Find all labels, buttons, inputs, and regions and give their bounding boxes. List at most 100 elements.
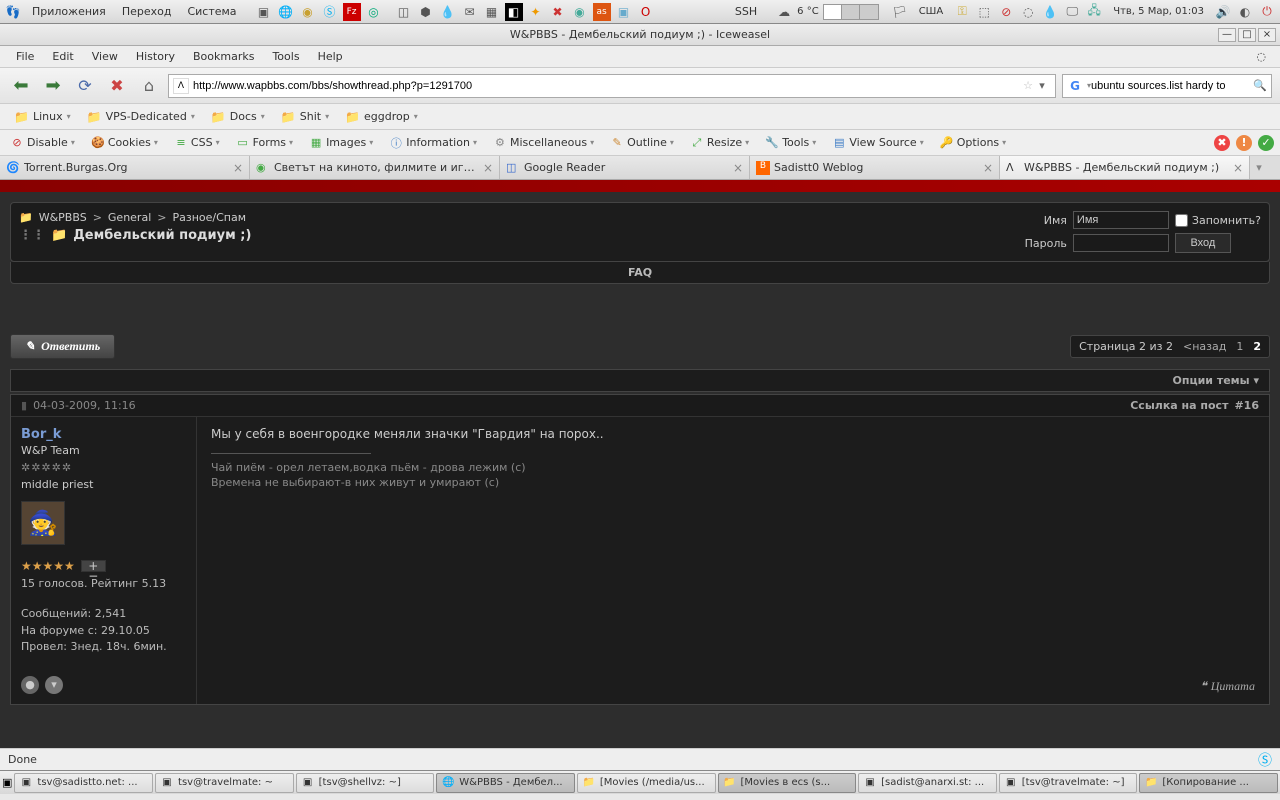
menu-help[interactable]: Help (310, 48, 351, 65)
menu-applications[interactable]: Приложения (26, 3, 112, 20)
dev-misc[interactable]: ⚙Miscellaneous▾ (489, 134, 598, 152)
menu-edit[interactable]: Edit (44, 48, 81, 65)
terminal-icon[interactable]: ▣ (255, 3, 273, 21)
quote-button[interactable]: ❝Цитата (1200, 679, 1255, 694)
name-input[interactable] (1073, 211, 1169, 229)
opera-icon[interactable]: O (637, 3, 655, 21)
drop-icon[interactable]: 💧 (439, 3, 457, 21)
app-icon-4[interactable]: ◧ (505, 3, 523, 21)
back-button[interactable]: ⬅ (8, 73, 34, 99)
permalink[interactable]: Ссылка на пост (1130, 399, 1228, 412)
app-icon-5[interactable]: ◉ (571, 3, 589, 21)
close-button[interactable]: × (1258, 28, 1276, 42)
calculator-icon[interactable]: ▦ (483, 3, 501, 21)
url-dropdown[interactable]: ▾ (1033, 79, 1051, 92)
flag-icon[interactable]: 🏳 (891, 3, 909, 21)
tab-sadistt0[interactable]: BSadistt0 Weblog× (750, 156, 1000, 179)
app-icon-3[interactable]: ⬢ (417, 3, 435, 21)
show-desktop-icon[interactable]: ▣ (2, 776, 12, 789)
close-icon[interactable]: × (483, 161, 493, 175)
password-input[interactable] (1073, 234, 1169, 252)
stop-button[interactable]: ✖ (104, 73, 130, 99)
no-entry-icon[interactable]: ⊘ (997, 3, 1015, 21)
app-icon-7[interactable]: ⬚ (975, 3, 993, 21)
post-number[interactable]: #16 (1234, 399, 1259, 412)
clock[interactable]: Чтв, 5 Мар, 01:03 (1107, 6, 1210, 17)
bc-root[interactable]: W&PBBS (39, 211, 87, 224)
username[interactable]: Bor_k (21, 427, 186, 442)
menu-bookmarks[interactable]: Bookmarks (185, 48, 262, 65)
task-button[interactable]: 🌐W&PBBS - Дембел... (436, 773, 575, 793)
menu-view[interactable]: View (84, 48, 126, 65)
app-icon-2[interactable]: ◫ (395, 3, 413, 21)
globe-icon[interactable]: 🌐 (277, 3, 295, 21)
display-icon[interactable]: 🖵 (1063, 3, 1081, 21)
ssh-label[interactable]: SSH (729, 3, 763, 20)
search-input[interactable] (1091, 80, 1253, 92)
dev-css[interactable]: ≡CSS▾ (170, 134, 224, 152)
dev-status-green[interactable]: ✓ (1258, 135, 1274, 151)
task-button[interactable]: ▣tsv@sadistto.net: ... (14, 773, 153, 793)
task-button[interactable]: ▣tsv@travelmate: ~ (155, 773, 294, 793)
network-icon[interactable]: 🖧 (1085, 3, 1103, 21)
url-bar[interactable]: Λ ☆ ▾ (168, 74, 1056, 98)
skype-icon[interactable]: Ⓢ (321, 3, 339, 21)
dev-options[interactable]: 🔑Options▾ (936, 134, 1010, 152)
thread-options[interactable]: Опции темы ▾ (10, 369, 1270, 392)
minimize-button[interactable]: — (1218, 28, 1236, 42)
task-button[interactable]: 📁[Movies в ecs (s... (718, 773, 857, 793)
message-icon[interactable]: ▾ (45, 676, 63, 694)
search-box[interactable]: G ▾ 🔍 (1062, 74, 1272, 98)
bookmark-docs[interactable]: 📁Docs▾ (205, 108, 271, 126)
google-icon[interactable]: G (1067, 78, 1083, 94)
bookmark-vps[interactable]: 📁VPS-Dedicated▾ (81, 108, 201, 126)
drop-icon-2[interactable]: 💧 (1041, 3, 1059, 21)
dev-forms[interactable]: ▭Forms▾ (232, 134, 297, 152)
tade-wpbbs[interactable]: ΛW&PBBS - Дембельский подиум ;)× (1000, 156, 1250, 179)
tab-cinema[interactable]: ◉Светът на киното, филмите и игрит...× (250, 156, 500, 179)
menu-system[interactable]: Система (181, 3, 242, 20)
close-icon[interactable]: × (983, 161, 993, 175)
tab-greader[interactable]: ◫Google Reader× (500, 156, 750, 179)
menu-places[interactable]: Переход (116, 3, 178, 20)
page-back[interactable]: <назад (1183, 340, 1226, 353)
dev-resize[interactable]: ⤢Resize▾ (686, 134, 753, 152)
menu-history[interactable]: History (128, 48, 183, 65)
volume-icon[interactable]: 🔊 (1214, 3, 1232, 21)
task-button[interactable]: ▣[tsv@travelmate: ~] (999, 773, 1138, 793)
rating-toggle[interactable]: + − (81, 560, 106, 572)
remember-checkbox[interactable] (1175, 214, 1188, 227)
envelope-icon[interactable]: ✉ (461, 3, 479, 21)
reload-button[interactable]: ⟳ (72, 73, 98, 99)
tab-torrent[interactable]: 🌀Torrent.Burgas.Org× (0, 156, 250, 179)
task-button[interactable]: 📁[Копирование ... (1139, 773, 1278, 793)
lastfm-icon[interactable]: as (593, 3, 611, 21)
dev-images[interactable]: ▦Images▾ (305, 134, 377, 152)
dev-cookies[interactable]: 🍪Cookies▾ (87, 134, 162, 152)
dev-disable[interactable]: ⊘Disable▾ (6, 134, 79, 152)
menu-tools[interactable]: Tools (264, 48, 307, 65)
bc-cat[interactable]: General (108, 211, 151, 224)
task-button[interactable]: ▣[tsv@shellvz: ~] (296, 773, 435, 793)
url-input[interactable] (193, 80, 1023, 92)
power-icon[interactable]: ⏻ (1258, 3, 1276, 21)
filezilla-icon[interactable]: Fz (343, 3, 361, 21)
workspace-switcher[interactable] (823, 4, 879, 20)
gnome-foot-icon[interactable]: 👣 (4, 3, 22, 21)
forward-button[interactable]: ➡ (40, 73, 66, 99)
task-button[interactable]: 📁[Movies (/media/us... (577, 773, 716, 793)
lock-icon[interactable]: ⚿ (953, 3, 971, 21)
search-icon[interactable]: 🔍 (1253, 79, 1267, 92)
menu-file[interactable]: File (8, 48, 42, 65)
app-icon-6[interactable]: ▣ (615, 3, 633, 21)
dev-viewsource[interactable]: ▤View Source▾ (828, 134, 927, 152)
app-icon-8[interactable]: ◌ (1019, 3, 1037, 21)
dev-status-orange[interactable]: ! (1236, 135, 1252, 151)
dev-tools[interactable]: 🔧Tools▾ (761, 134, 820, 152)
cross-icon[interactable]: ✖ (549, 3, 567, 21)
bookmark-linux[interactable]: 📁Linux▾ (8, 108, 77, 126)
app-icon[interactable]: ◎ (365, 3, 383, 21)
home-button[interactable]: ⌂ (136, 73, 162, 99)
dev-outline[interactable]: ✎Outline▾ (606, 134, 678, 152)
app-icon-9[interactable]: ◐ (1236, 3, 1254, 21)
